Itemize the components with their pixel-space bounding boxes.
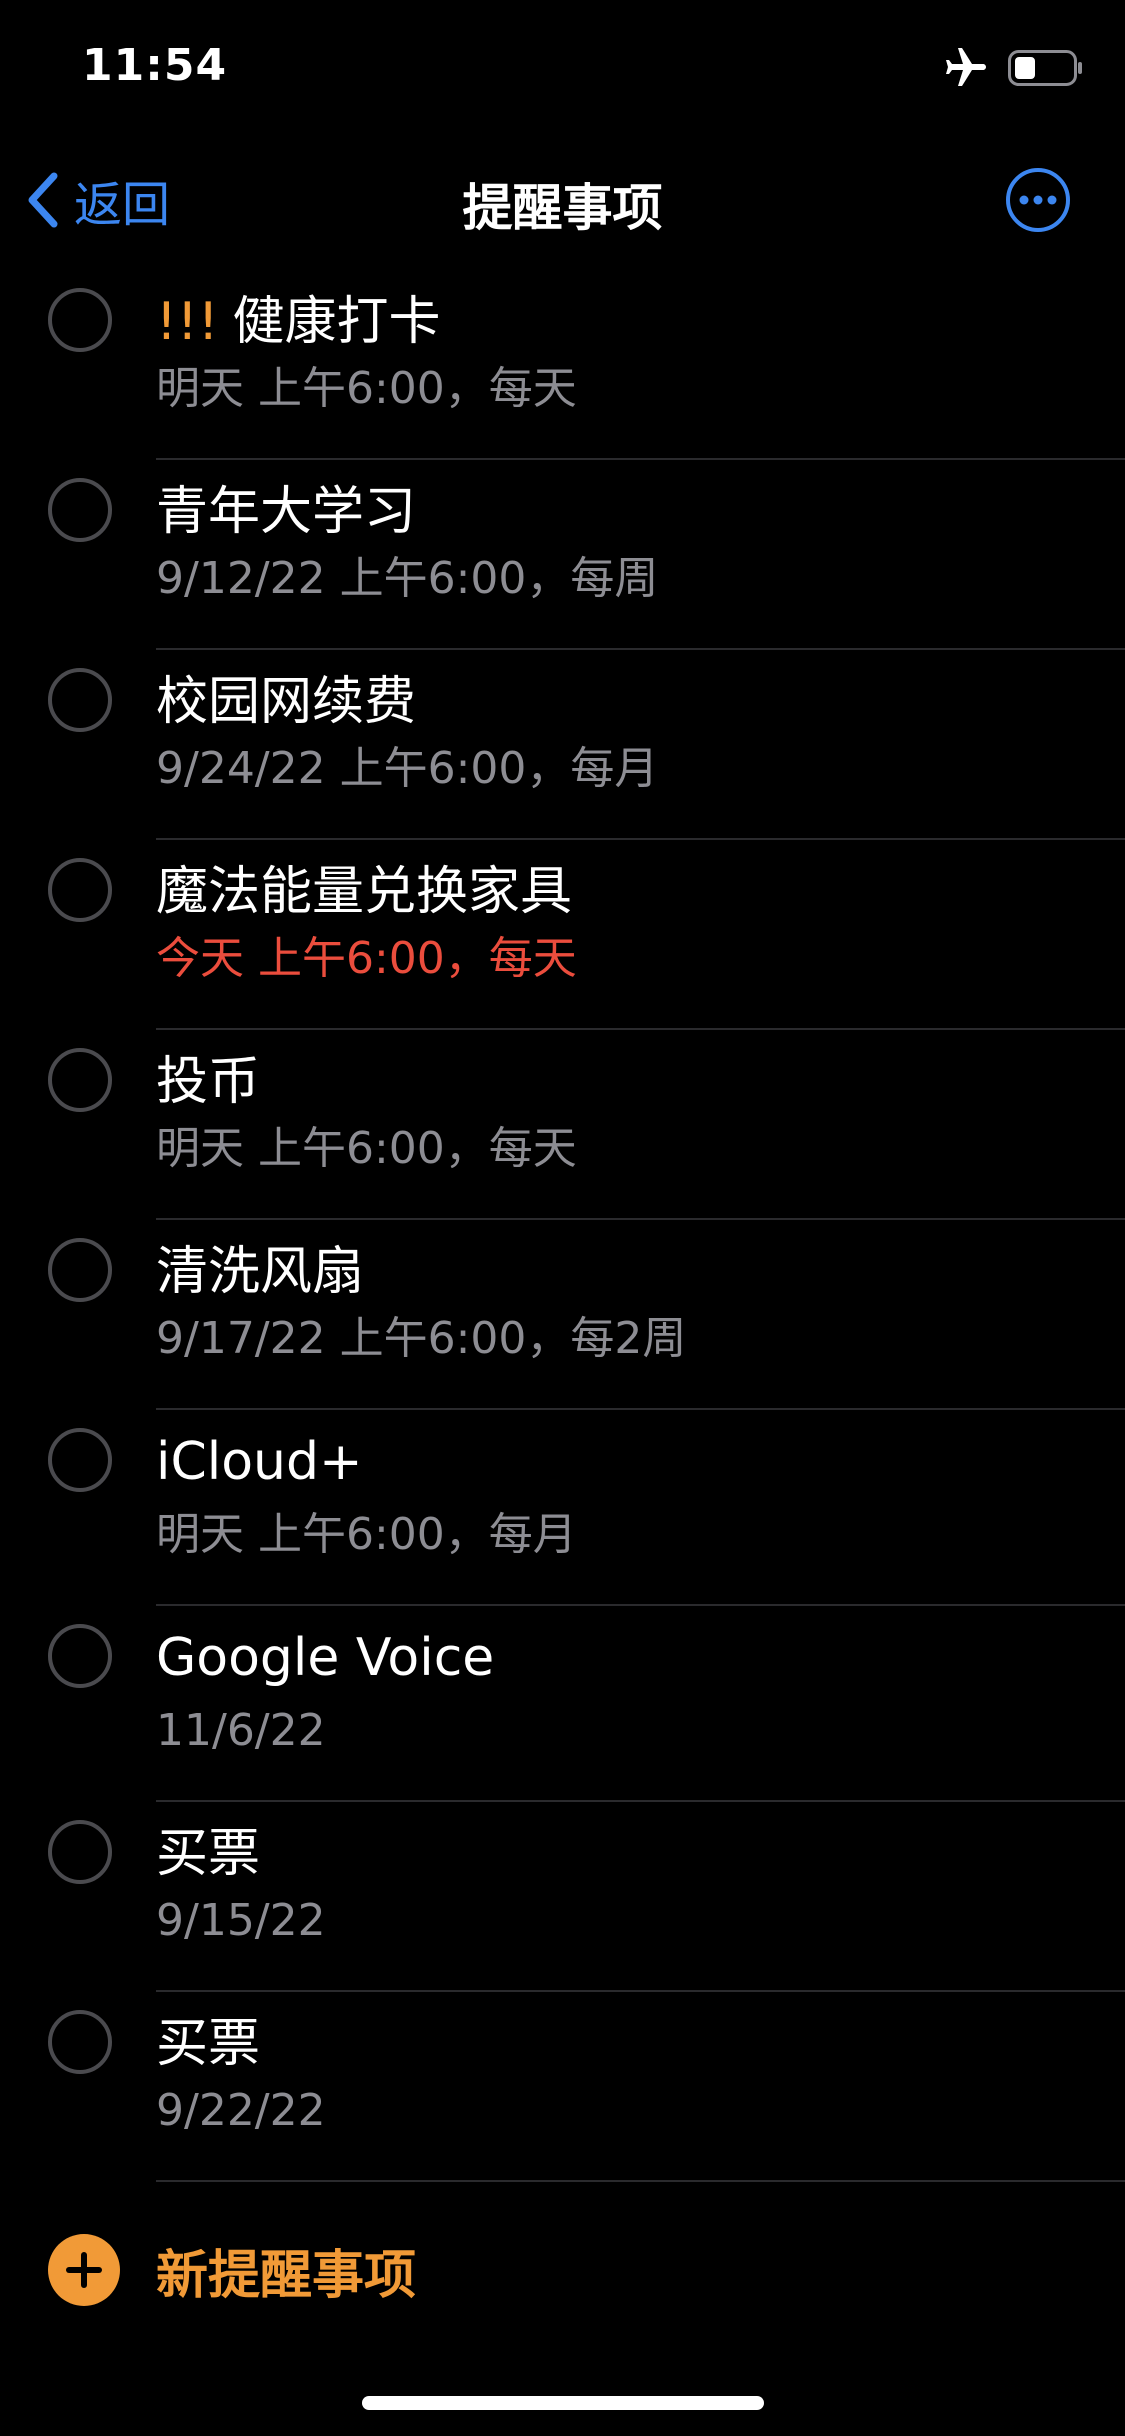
reminder-due: 明天 上午6:00，每天: [156, 363, 577, 414]
reminder-due: 明天 上午6:00，每月: [156, 1509, 577, 1560]
reminder-title: 魔法能量兑换家具: [156, 862, 573, 922]
reminder-due: 明天 上午6:00，每天: [156, 1123, 577, 1174]
plus-circle-icon: [48, 2234, 120, 2306]
reminder-title: 买票: [156, 2014, 261, 2074]
reminder-due: 9/24/22 上午6:00，每月: [156, 743, 659, 794]
reminder-row[interactable]: !!! 健康打卡 明天 上午6:00，每天: [0, 270, 1125, 460]
reminder-title: 投币: [156, 1052, 261, 1112]
reminder-title: 青年大学习: [156, 482, 417, 542]
reminder-due: 11/6/22: [156, 1705, 326, 1756]
status-bar: 11:54: [0, 0, 1125, 132]
new-reminder-button[interactable]: 新提醒事项: [48, 2232, 416, 2308]
completion-circle[interactable]: [48, 1238, 112, 1302]
reminder-row[interactable]: 校园网续费 9/24/22 上午6:00，每月: [0, 650, 1125, 840]
reminder-due: 9/22/22: [156, 2085, 326, 2136]
reminder-row[interactable]: 买票 9/22/22: [0, 1992, 1125, 2182]
reminder-title-text: 健康打卡: [232, 292, 441, 352]
reminder-row[interactable]: 青年大学习 9/12/22 上午6:00，每周: [0, 460, 1125, 650]
nav-bar: 返回 提醒事项: [0, 150, 1125, 250]
reminder-row[interactable]: 买票 9/15/22: [0, 1802, 1125, 1992]
reminder-title: 清洗风扇: [156, 1242, 365, 1302]
reminder-title: 买票: [156, 1824, 261, 1884]
reminder-due: 9/17/22 上午6:00，每2周: [156, 1313, 687, 1364]
completion-circle[interactable]: [48, 2010, 112, 2074]
page-title: 提醒事项: [462, 179, 663, 237]
reminder-row[interactable]: 魔法能量兑换家具 今天 上午6:00，每天: [0, 840, 1125, 1030]
reminder-row[interactable]: iCloud+ 明天 上午6:00，每月: [0, 1410, 1125, 1606]
reminder-title: Google Voice: [156, 1628, 495, 1688]
status-time: 11:54: [82, 40, 228, 91]
completion-circle[interactable]: [48, 1820, 112, 1884]
reminder-title: !!! 健康打卡: [156, 292, 441, 352]
battery-icon: [1008, 50, 1082, 86]
reminder-title: 校园网续费: [156, 672, 417, 732]
reminder-list: !!! 健康打卡 明天 上午6:00，每天 青年大学习 9/12/22 上午6:0…: [0, 270, 1125, 2182]
completion-circle[interactable]: [48, 1428, 112, 1492]
reminder-row[interactable]: 清洗风扇 9/17/22 上午6:00，每2周: [0, 1220, 1125, 1410]
completion-circle[interactable]: [48, 1624, 112, 1688]
reminder-due: 9/15/22: [156, 1895, 326, 1946]
home-indicator[interactable]: [362, 2396, 764, 2410]
ellipsis-circle-icon[interactable]: [1004, 166, 1072, 234]
reminder-due-overdue: 今天 上午6:00，每天: [156, 933, 577, 984]
completion-circle[interactable]: [48, 668, 112, 732]
divider: [156, 2180, 1125, 2182]
reminder-row[interactable]: Google Voice 11/6/22: [0, 1606, 1125, 1802]
completion-circle[interactable]: [48, 858, 112, 922]
reminder-row[interactable]: 投币 明天 上午6:00，每天: [0, 1030, 1125, 1220]
reminder-due: 9/12/22 上午6:00，每周: [156, 553, 659, 604]
completion-circle[interactable]: [48, 288, 112, 352]
priority-indicator: !!!: [156, 292, 219, 352]
completion-circle[interactable]: [48, 1048, 112, 1112]
new-reminder-label: 新提醒事项: [156, 2245, 417, 2306]
reminder-title: iCloud+: [156, 1432, 363, 1492]
completion-circle[interactable]: [48, 478, 112, 542]
airplane-icon: [946, 48, 986, 86]
